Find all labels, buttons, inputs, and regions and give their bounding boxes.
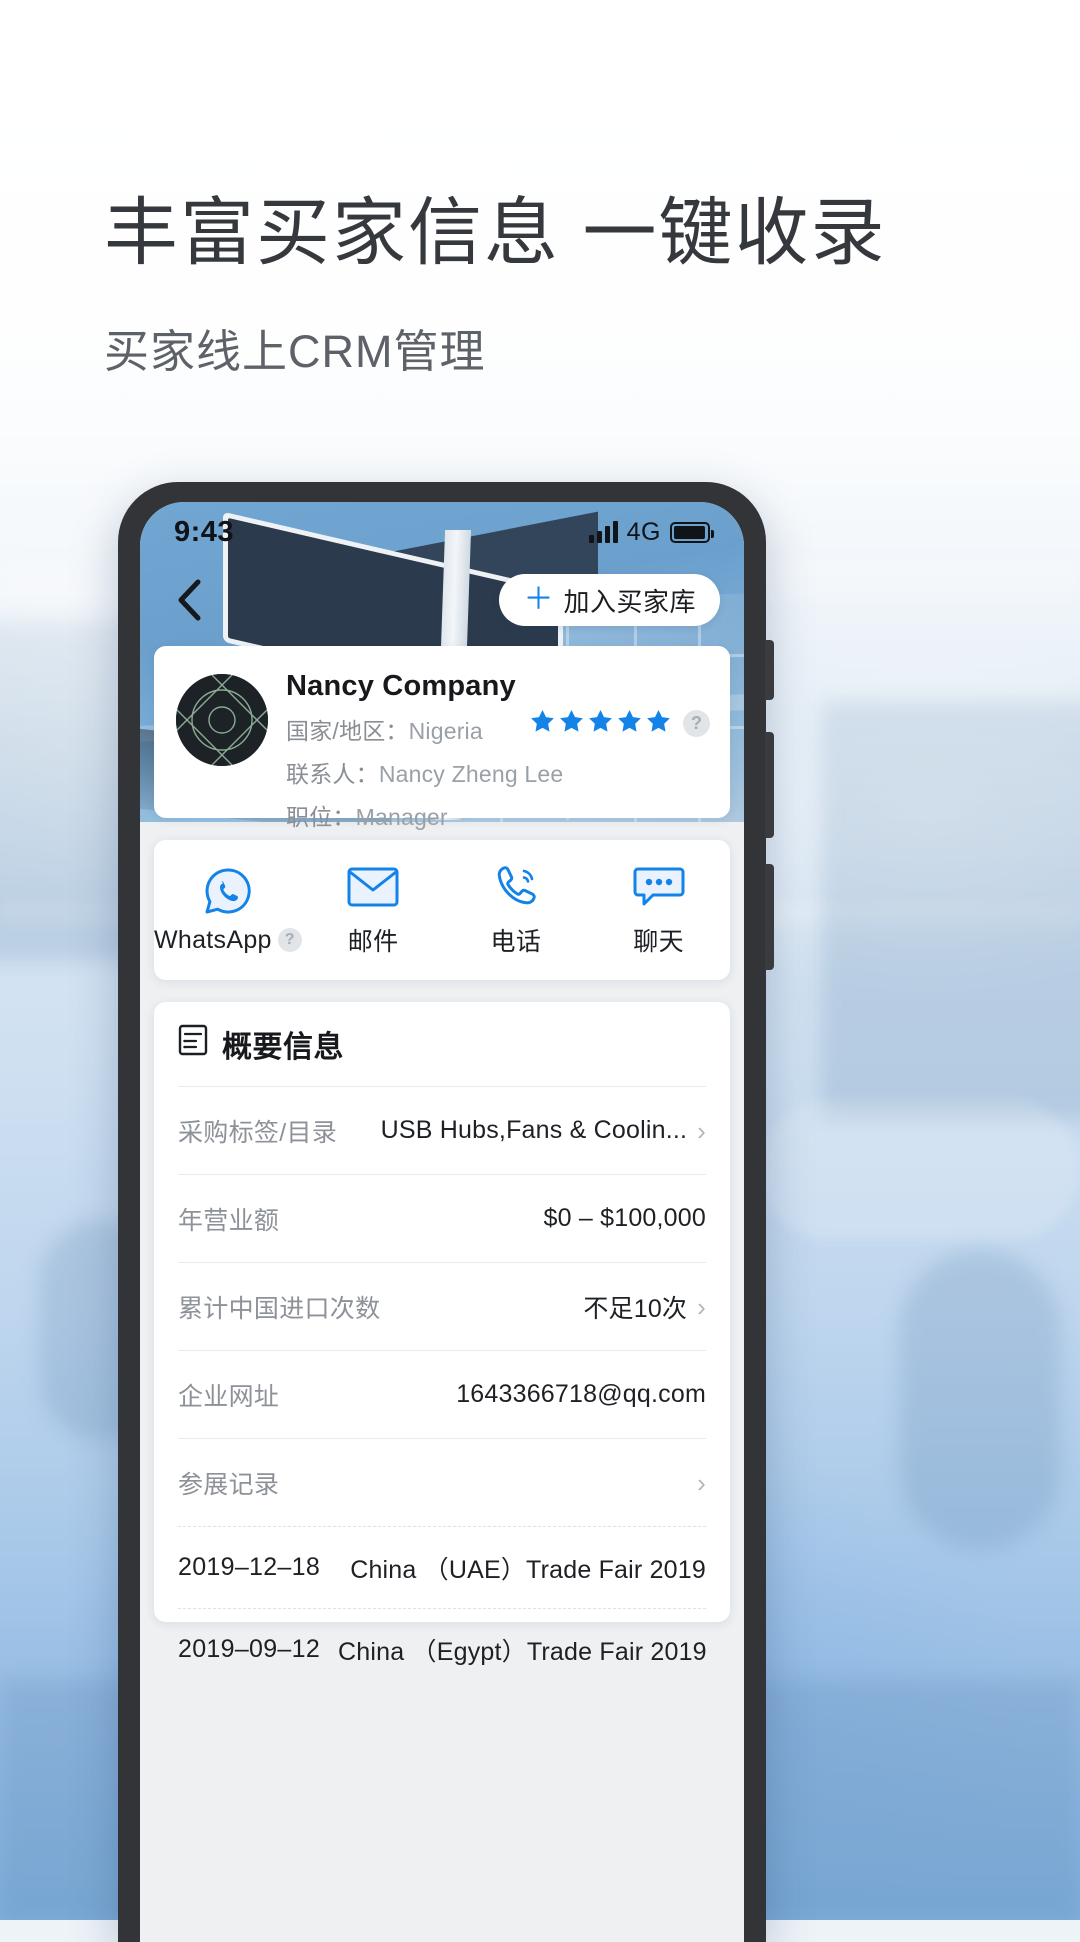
summary-row-exhibition-records[interactable]: 参展记录 › bbox=[178, 1438, 706, 1526]
whatsapp-help-icon[interactable]: ? bbox=[277, 928, 302, 952]
summary-row-key: 参展记录 bbox=[178, 1470, 280, 1499]
summary-row-import-count[interactable]: 累计中国进口次数 不足10次 › bbox=[178, 1262, 706, 1350]
status-network: 4G bbox=[626, 517, 661, 546]
company-title-value: Manager bbox=[355, 804, 448, 830]
action-email-label-wrap: 邮件 bbox=[348, 922, 399, 958]
company-title-label: 职位： bbox=[286, 804, 356, 830]
star-icon bbox=[618, 710, 641, 732]
chevron-left-icon bbox=[174, 577, 204, 623]
rating-help-icon[interactable]: ? bbox=[683, 710, 710, 737]
company-country-label: 国家/地区： bbox=[286, 718, 409, 744]
summary-row-category[interactable]: 采购标签/目录 USB Hubs,Fans & Coolin... › bbox=[178, 1086, 706, 1174]
action-phone-label-wrap: 电话 bbox=[491, 922, 542, 958]
summary-row-value-wrap: $0 – $100,000 bbox=[544, 1204, 706, 1233]
star-icon bbox=[531, 710, 554, 732]
summary-row-value: 1643366718@qq.com bbox=[456, 1380, 706, 1408]
phone-button-silent bbox=[765, 640, 774, 700]
status-indicators: 4G bbox=[588, 517, 714, 547]
star-icon bbox=[560, 710, 583, 732]
action-whatsapp-label: WhatsApp bbox=[154, 925, 272, 954]
add-button-label: 加入买家库 bbox=[563, 586, 696, 617]
rating-stars bbox=[529, 708, 672, 735]
fair-date: 2019–09–12 bbox=[178, 1635, 321, 1663]
action-email[interactable]: 邮件 bbox=[302, 862, 445, 958]
fair-name: China （UAE）Trade Fair 2019 bbox=[350, 1555, 706, 1584]
action-whatsapp-label-wrap: WhatsApp ? bbox=[154, 926, 302, 955]
summary-title: 概要信息 bbox=[222, 1031, 344, 1064]
summary-row-value-wrap: 1643366718@qq.com bbox=[456, 1380, 706, 1409]
fair-name: China （Egypt）Trade Fair 2019 bbox=[338, 1637, 707, 1666]
fair-date: 2019–12–18 bbox=[178, 1553, 321, 1581]
phone-mockup: 9:43 4G ＋ 加入买家库 Nancy Company 国家/地区：Nige… bbox=[118, 482, 774, 1942]
nav-bar: ＋ 加入买家库 bbox=[140, 562, 744, 638]
signal-bars-icon bbox=[588, 521, 618, 543]
company-logo-avatar bbox=[176, 674, 268, 766]
company-name: Nancy Company bbox=[286, 670, 516, 702]
phone-button-volume-up bbox=[765, 732, 774, 838]
company-info: Nancy Company 国家/地区：Nigeria 联系人：Nancy Zh… bbox=[286, 668, 708, 832]
page-title: 丰富买家信息 一键收录 bbox=[104, 191, 887, 274]
status-bar: 9:43 4G bbox=[140, 502, 744, 562]
summary-row-key: 累计中国进口次数 bbox=[178, 1294, 381, 1323]
summary-row-value-wrap: USB Hubs,Fans & Coolin... › bbox=[381, 1116, 706, 1145]
status-time: 9:43 bbox=[174, 515, 235, 548]
summary-row-key: 采购标签/目录 bbox=[178, 1118, 338, 1147]
summary-row-value: USB Hubs,Fans & Coolin... bbox=[380, 1116, 688, 1144]
star-icon bbox=[589, 710, 612, 732]
company-contact-value: Nancy Zheng Lee bbox=[378, 761, 564, 787]
star-icon bbox=[647, 710, 670, 732]
action-phone[interactable]: 电话 bbox=[444, 862, 587, 958]
summary-row-key: 企业网址 bbox=[178, 1382, 280, 1411]
add-to-buyer-library-button[interactable]: ＋ 加入买家库 bbox=[499, 574, 720, 626]
phone-button-volume-down bbox=[765, 864, 774, 970]
summary-row-revenue: 年营业额 $0 – $100,000 bbox=[178, 1174, 706, 1262]
phone-screen: 9:43 4G ＋ 加入买家库 Nancy Company 国家/地区：Nige… bbox=[140, 502, 744, 1942]
action-whatsapp[interactable]: WhatsApp ? bbox=[154, 866, 302, 955]
plus-icon: ＋ bbox=[523, 583, 554, 616]
action-email-label: 邮件 bbox=[347, 928, 399, 956]
summary-row-value-wrap: 不足10次 › bbox=[583, 1289, 706, 1325]
action-chat-label: 聊天 bbox=[633, 928, 684, 956]
summary-row-value: $0 – $100,000 bbox=[543, 1204, 706, 1232]
summary-card: 概要信息 采购标签/目录 USB Hubs,Fans & Coolin... ›… bbox=[154, 1002, 730, 1666]
whatsapp-icon bbox=[203, 866, 253, 916]
chevron-right-icon: › bbox=[697, 1469, 706, 1496]
company-contact-label: 联系人： bbox=[286, 761, 379, 787]
company-country-value: Nigeria bbox=[408, 718, 483, 744]
company-title-row: 职位：Manager bbox=[286, 798, 708, 832]
summary-row-value-wrap: › bbox=[697, 1470, 706, 1496]
battery-full-icon bbox=[670, 521, 714, 543]
chat-bubble-icon bbox=[633, 862, 685, 912]
chevron-right-icon: › bbox=[697, 1291, 706, 1322]
company-contact-row: 联系人：Nancy Zheng Lee bbox=[286, 755, 708, 789]
summary-header: 概要信息 bbox=[178, 1002, 706, 1086]
chevron-right-icon: › bbox=[697, 1116, 706, 1145]
page-subtitle: 买家线上CRM管理 bbox=[104, 326, 486, 377]
summary-row-website: 企业网址 1643366718@qq.com bbox=[178, 1350, 706, 1438]
phone-call-icon bbox=[491, 862, 541, 912]
action-chat[interactable]: 聊天 bbox=[587, 862, 730, 958]
summary-row-value: 不足10次 bbox=[583, 1294, 688, 1323]
contact-actions-card: WhatsApp ? 邮件 电话 聊天 bbox=[154, 840, 730, 980]
mail-icon bbox=[347, 862, 399, 912]
summary-row-key: 年营业额 bbox=[178, 1206, 280, 1235]
action-phone-label: 电话 bbox=[490, 928, 542, 956]
back-button[interactable] bbox=[164, 575, 214, 625]
table-row[interactable]: 2019–09–12 China （Egypt）Trade Fair 2019 bbox=[178, 1608, 707, 1690]
summary-list-icon bbox=[178, 1024, 208, 1064]
company-card[interactable]: Nancy Company 国家/地区：Nigeria 联系人：Nancy Zh… bbox=[154, 646, 730, 830]
table-row[interactable]: 2019–12–18 China （UAE）Trade Fair 2019 bbox=[178, 1526, 706, 1608]
action-chat-label-wrap: 聊天 bbox=[633, 922, 684, 958]
